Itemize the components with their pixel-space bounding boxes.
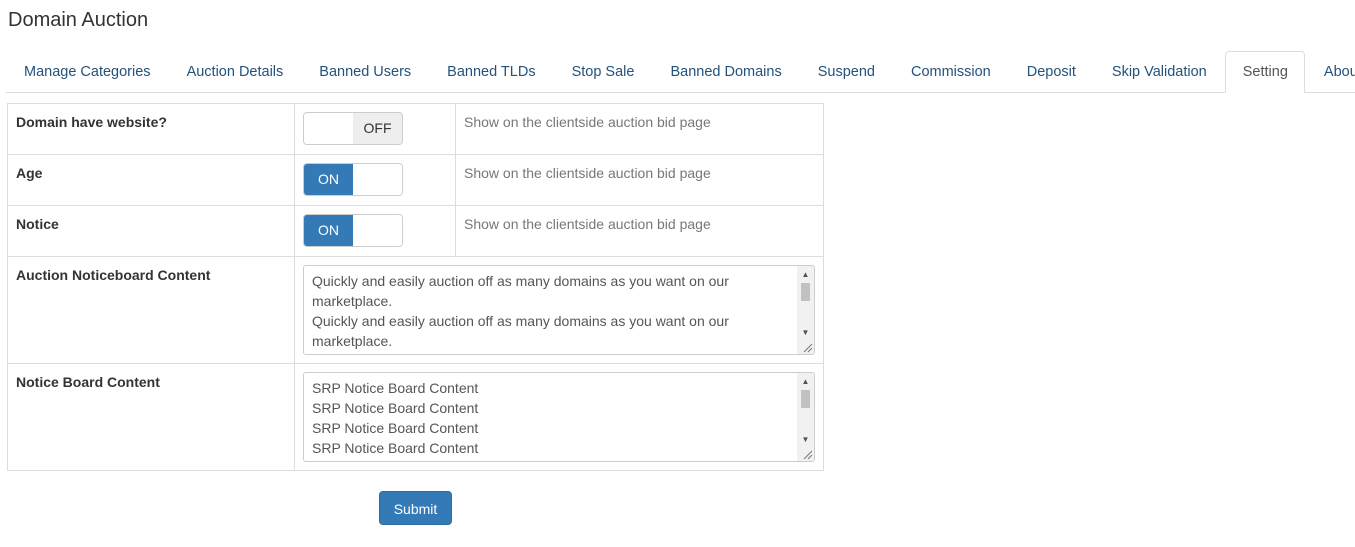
setting-label: Domain have website? [7, 103, 295, 155]
notice-board-textarea[interactable]: SRP Notice Board Content SRP Notice Boar… [303, 372, 815, 462]
textarea-content: SRP Notice Board Content SRP Notice Boar… [312, 380, 479, 456]
toggle-state-label: ON [304, 164, 353, 195]
tab-manage-categories[interactable]: Manage Categories [6, 51, 168, 91]
tab-skip-validation[interactable]: Skip Validation [1094, 51, 1224, 91]
website-toggle[interactable]: OFF [303, 112, 403, 145]
setting-row-auction-noticeboard: Auction Noticeboard Content Quickly and … [7, 256, 824, 364]
scroll-down-arrow-icon[interactable]: ▼ [797, 326, 814, 340]
toggle-handle [353, 164, 402, 195]
page-title: Domain Auction [8, 9, 149, 31]
tab-banned-tlds[interactable]: Banned TLDs [429, 51, 552, 91]
scroll-up-arrow-icon[interactable]: ▲ [797, 375, 814, 389]
setting-label: Age [7, 154, 295, 206]
setting-hint: Show on the clientside auction bid page [455, 103, 824, 155]
setting-control: SRP Notice Board Content SRP Notice Boar… [294, 363, 824, 471]
setting-row-age: Age ON Show on the clientside auction bi… [7, 154, 824, 206]
toggle-state-label: OFF [353, 113, 402, 144]
setting-control: Quickly and easily auction off as many d… [294, 256, 824, 364]
setting-control: ON [294, 205, 456, 257]
scroll-thumb[interactable] [801, 390, 810, 408]
textarea-content: Quickly and easily auction off as many d… [312, 273, 729, 349]
toggle-state-label: ON [304, 215, 353, 246]
auction-noticeboard-textarea[interactable]: Quickly and easily auction off as many d… [303, 265, 815, 355]
tab-banned-users[interactable]: Banned Users [301, 51, 428, 91]
tab-suspend[interactable]: Suspend [800, 51, 892, 91]
setting-hint: Show on the clientside auction bid page [455, 205, 824, 257]
scroll-thumb[interactable] [801, 283, 810, 301]
tab-setting[interactable]: Setting [1224, 51, 1305, 93]
setting-row-notice-board: Notice Board Content SRP Notice Board Co… [7, 363, 824, 471]
setting-hint: Show on the clientside auction bid page [455, 154, 824, 206]
resize-grip-icon[interactable] [801, 341, 813, 353]
tab-auction-details[interactable]: Auction Details [169, 51, 301, 91]
notice-toggle[interactable]: ON [303, 214, 403, 247]
age-toggle[interactable]: ON [303, 163, 403, 196]
toggle-handle [304, 113, 353, 144]
toggle-handle [353, 215, 402, 246]
setting-control: OFF [294, 103, 456, 155]
settings-table: Domain have website? OFF Show on the cli… [7, 103, 824, 471]
setting-label: Auction Noticeboard Content [7, 256, 295, 364]
tab-banned-domains[interactable]: Banned Domains [652, 51, 798, 91]
setting-control: ON [294, 154, 456, 206]
setting-label: Notice [7, 205, 295, 257]
scroll-up-arrow-icon[interactable]: ▲ [797, 268, 814, 282]
settings-tabs: Manage Categories Auction Details Banned… [6, 51, 1355, 93]
setting-label: Notice Board Content [7, 363, 295, 471]
resize-grip-icon[interactable] [801, 448, 813, 460]
tab-deposit[interactable]: Deposit [1009, 51, 1093, 91]
tab-stop-sale[interactable]: Stop Sale [554, 51, 652, 91]
submit-button[interactable]: Submit [379, 491, 452, 525]
scroll-down-arrow-icon[interactable]: ▼ [797, 433, 814, 447]
setting-row-notice: Notice ON Show on the clientside auction… [7, 205, 824, 257]
setting-row-website: Domain have website? OFF Show on the cli… [7, 103, 824, 155]
tab-commission[interactable]: Commission [893, 51, 1008, 91]
tab-about[interactable]: About [1306, 51, 1355, 91]
